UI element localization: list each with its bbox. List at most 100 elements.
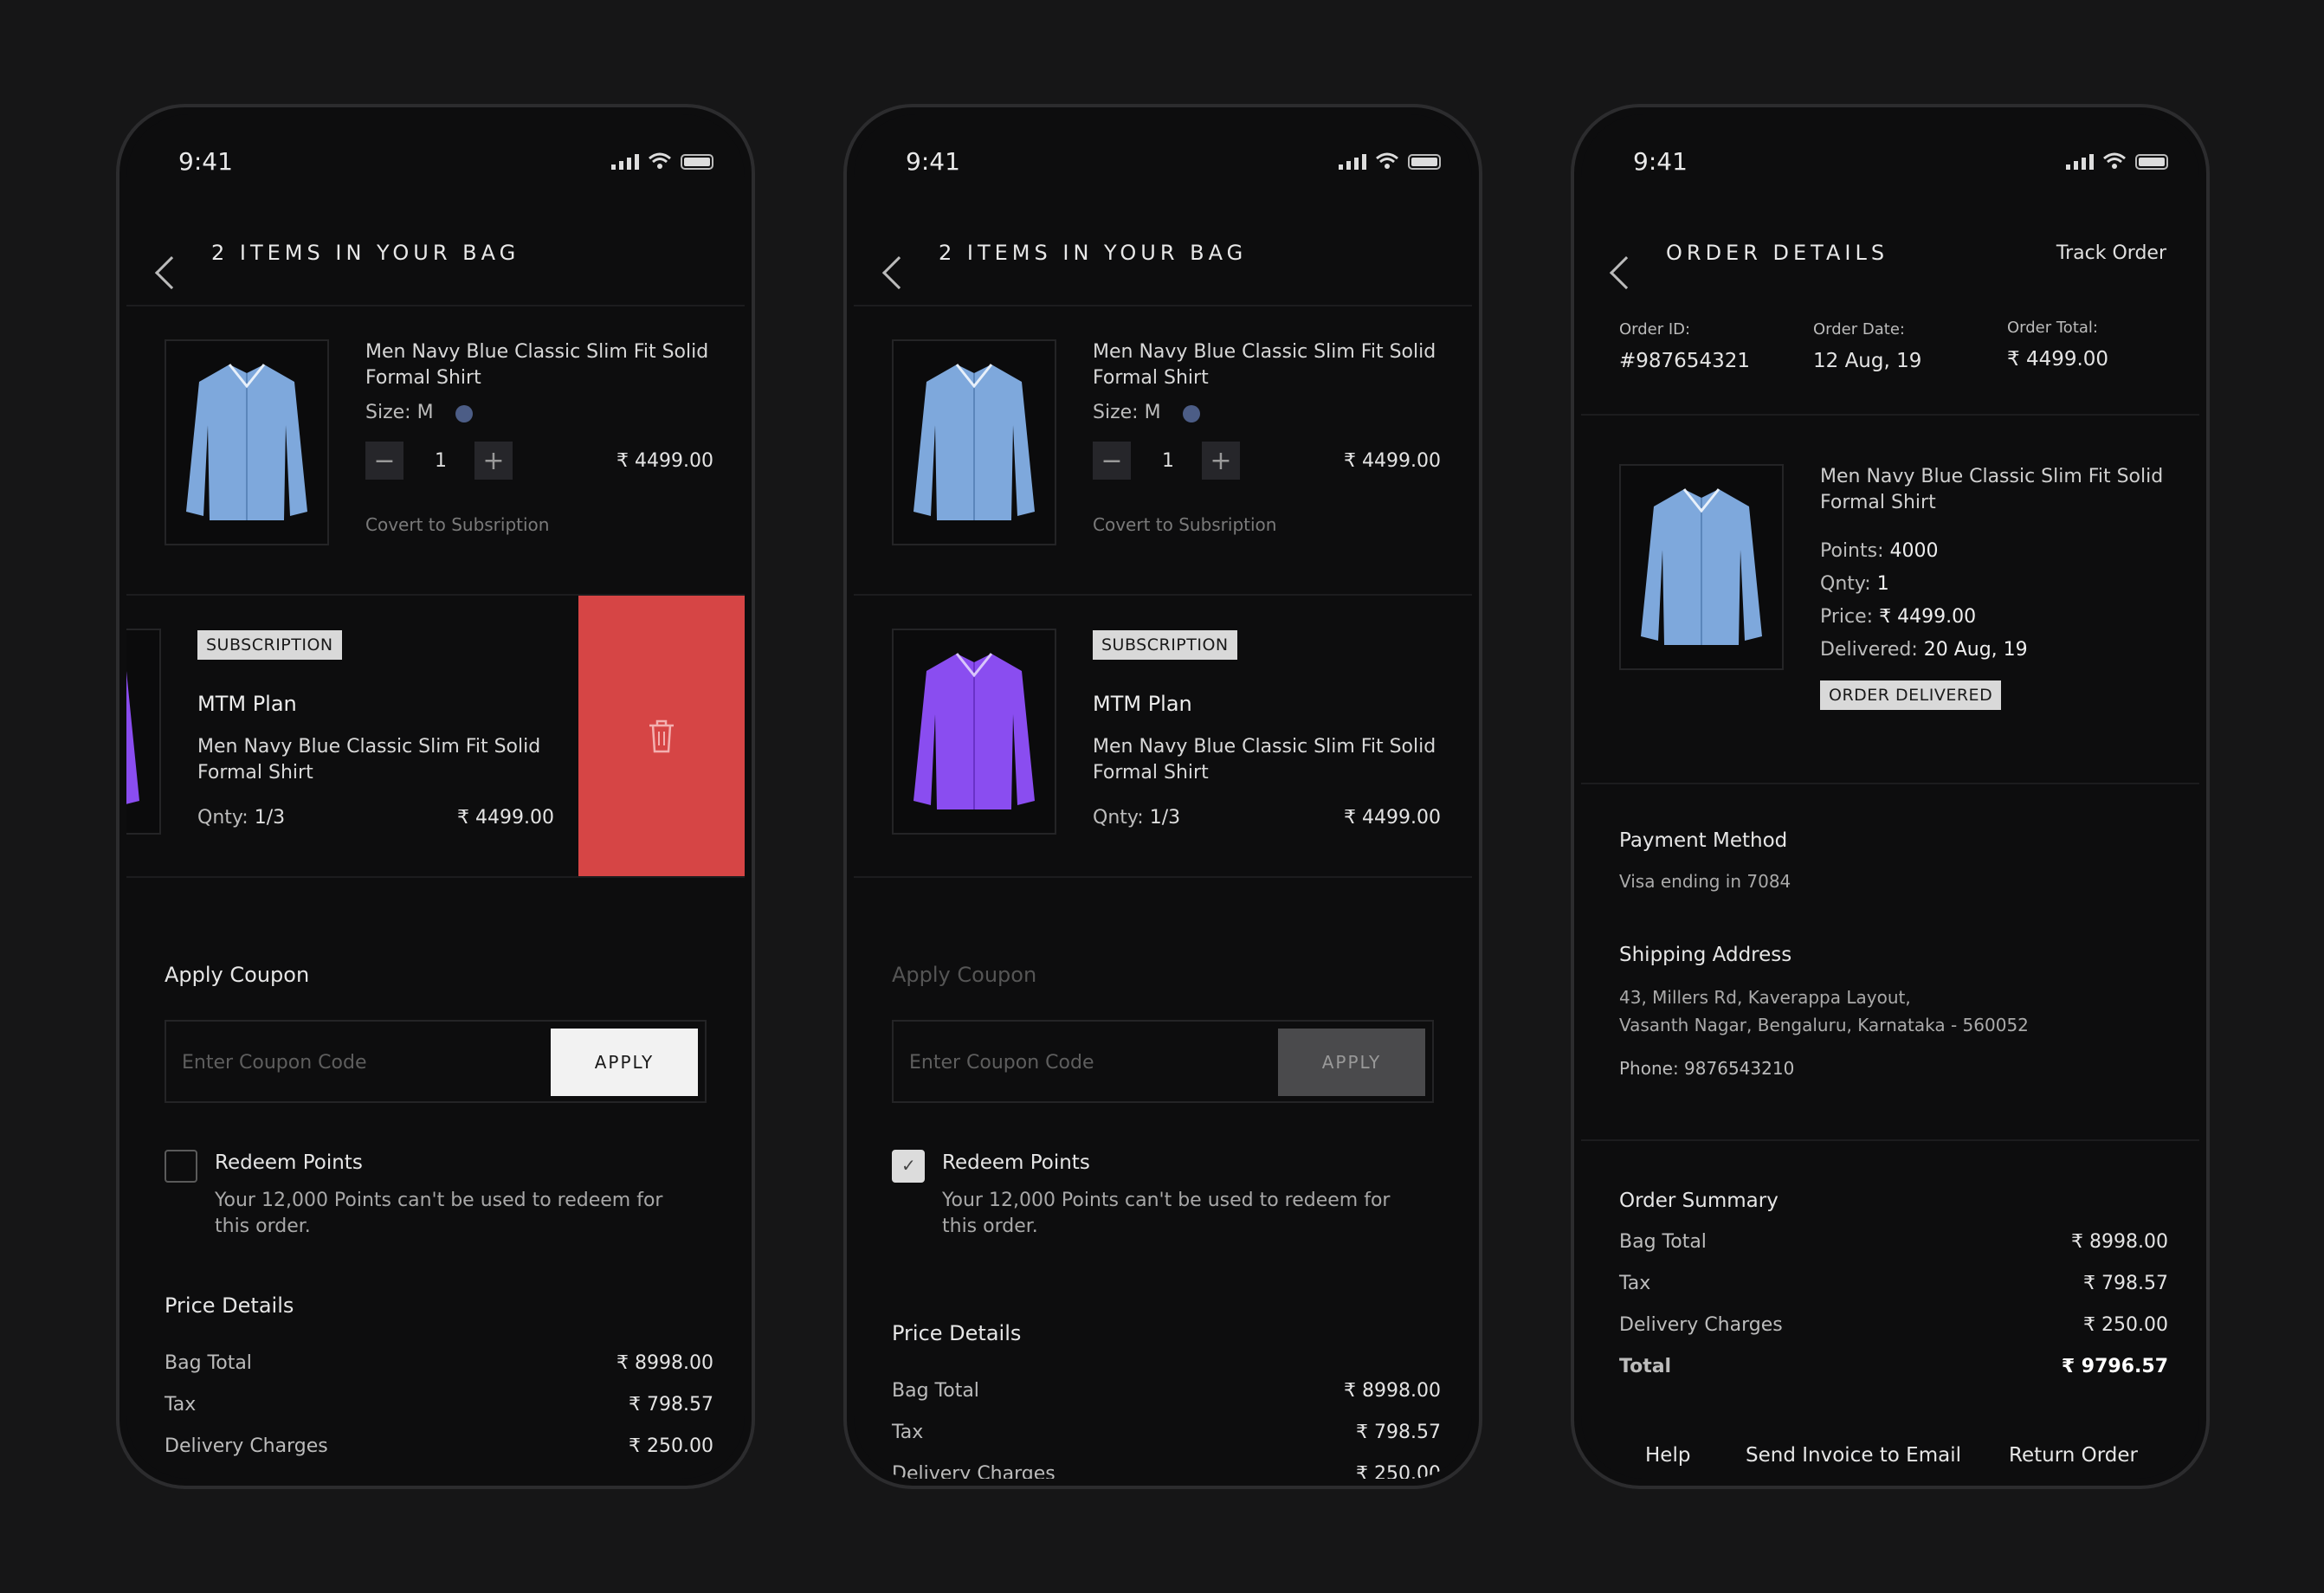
return-order-link[interactable]: Return Order bbox=[2009, 1444, 2138, 1467]
redeem-points-label: Redeem Points bbox=[215, 1151, 363, 1174]
order-total-label: Order Total: bbox=[2007, 319, 2098, 337]
bag-total-label: Bag Total bbox=[165, 1352, 252, 1374]
bag-total-value: ₹ 8998.00 bbox=[617, 1352, 713, 1374]
track-order-link[interactable]: Track Order bbox=[2056, 242, 2166, 264]
item-price: ₹ 4499.00 bbox=[617, 450, 713, 472]
delivered-row: Delivered: 20 Aug, 19 bbox=[1820, 639, 2028, 661]
plan-name: MTM Plan bbox=[197, 692, 297, 716]
header: 2 ITEMS IN YOUR BAG bbox=[126, 210, 745, 306]
apply-coupon-title: Apply Coupon bbox=[892, 963, 1037, 987]
page-title: ORDER DETAILS bbox=[1666, 241, 1889, 265]
price-row: Price: ₹ 4499.00 bbox=[1820, 606, 1977, 628]
points-row: Points: 4000 bbox=[1820, 540, 1939, 562]
battery-icon bbox=[2135, 154, 2168, 170]
shirt-icon bbox=[186, 364, 307, 520]
status-time: 9:41 bbox=[178, 147, 233, 176]
product-image[interactable] bbox=[1619, 464, 1784, 670]
order-meta: Order ID: #987654321 Order Date: 12 Aug,… bbox=[1581, 306, 2199, 416]
status-time: 9:41 bbox=[906, 147, 960, 176]
plus-icon[interactable]: + bbox=[474, 442, 513, 480]
phone-cart-swipe: 9:41 2 ITEMS IN YOUR BAG Men Navy Blue C… bbox=[116, 104, 755, 1489]
order-total: ₹ 4499.00 bbox=[2007, 348, 2109, 371]
cart-item: SUBSCRIPTION MTM Plan Men Navy Blue Clas… bbox=[854, 596, 1472, 878]
phone-number: Phone: 9876543210 bbox=[1619, 1058, 1795, 1079]
apply-button[interactable]: APPLY bbox=[551, 1029, 698, 1096]
bag-total-label: Bag Total bbox=[1619, 1231, 1707, 1253]
delete-button[interactable] bbox=[578, 596, 745, 876]
minus-icon[interactable]: − bbox=[365, 442, 403, 480]
product-image[interactable] bbox=[892, 339, 1056, 545]
item-price: ₹ 4499.00 bbox=[1344, 807, 1441, 829]
redeem-points-checkbox[interactable] bbox=[165, 1150, 197, 1183]
item-price: ₹ 4499.00 bbox=[457, 807, 554, 829]
cart-item: Men Navy Blue Classic Slim Fit Solid For… bbox=[854, 306, 1472, 596]
tax-label: Tax bbox=[165, 1394, 197, 1416]
coupon-box: APPLY bbox=[165, 1020, 707, 1103]
delivery-value: ₹ 250.00 bbox=[2083, 1314, 2168, 1336]
shirt-icon bbox=[913, 653, 1035, 809]
product-name: Men Navy Blue Classic Slim Fit Solid For… bbox=[1093, 341, 1436, 389]
wifi-icon bbox=[2103, 152, 2126, 169]
apply-coupon-title: Apply Coupon bbox=[165, 963, 310, 987]
redeem-points-checkbox[interactable] bbox=[892, 1150, 925, 1183]
order-status-badge: ORDER DELIVERED bbox=[1820, 680, 2002, 710]
back-chevron-icon[interactable] bbox=[1619, 244, 1642, 267]
convert-subscription-link[interactable]: Covert to Subsription bbox=[365, 514, 549, 535]
trash-icon bbox=[649, 719, 674, 753]
shirt-icon bbox=[913, 364, 1035, 520]
send-invoice-link[interactable]: Send Invoice to Email bbox=[1746, 1444, 1961, 1467]
header: ORDER DETAILS Track Order bbox=[1581, 210, 2199, 305]
page-title: 2 ITEMS IN YOUR BAG bbox=[939, 241, 1248, 265]
signal-icon bbox=[611, 154, 639, 170]
item-price: ₹ 4499.00 bbox=[1344, 450, 1441, 472]
price-details-title: Price Details bbox=[892, 1321, 1022, 1345]
delivery-label: Delivery Charges bbox=[892, 1463, 1055, 1479]
bag-total-label: Bag Total bbox=[892, 1380, 979, 1402]
wifi-icon bbox=[649, 152, 671, 169]
tax-label: Tax bbox=[892, 1422, 924, 1443]
address-line-1: 43, Millers Rd, Kaverappa Layout, bbox=[1619, 987, 1911, 1008]
order-item: Men Navy Blue Classic Slim Fit Solid For… bbox=[1581, 416, 2199, 784]
delivery-value: ₹ 250.00 bbox=[629, 1435, 713, 1457]
status-icons bbox=[1339, 152, 1441, 170]
product-name: Men Navy Blue Classic Slim Fit Solid For… bbox=[197, 736, 541, 784]
minus-icon[interactable]: − bbox=[1093, 442, 1131, 480]
plus-icon[interactable]: + bbox=[1202, 442, 1240, 480]
convert-subscription-link[interactable]: Covert to Subsription bbox=[1093, 514, 1276, 535]
bag-total-value: ₹ 8998.00 bbox=[1344, 1380, 1441, 1402]
cart-item: Men Navy Blue Classic Slim Fit Solid For… bbox=[126, 306, 745, 596]
product-name: Men Navy Blue Classic Slim Fit Solid For… bbox=[1093, 736, 1436, 784]
size-label: Size: M bbox=[365, 402, 434, 423]
product-name: Men Navy Blue Classic Slim Fit Solid For… bbox=[365, 341, 709, 389]
product-name: Men Navy Blue Classic Slim Fit Solid For… bbox=[1820, 466, 2164, 513]
cart-item-swiped[interactable]: SUBSCRIPTION MTM Plan Men Navy Blue Clas… bbox=[126, 596, 745, 878]
status-icons bbox=[2066, 152, 2168, 170]
order-summary-title: Order Summary bbox=[1619, 1190, 1779, 1212]
bag-total-value: ₹ 8998.00 bbox=[2071, 1231, 2168, 1253]
payment-method-title: Payment Method bbox=[1619, 829, 1788, 852]
apply-button[interactable]: APPLY bbox=[1278, 1029, 1425, 1096]
order-date-label: Order Date: bbox=[1813, 320, 1905, 339]
status-icons bbox=[611, 152, 713, 170]
battery-icon bbox=[681, 154, 713, 170]
redeem-points-desc: Your 12,000 Points can't be used to rede… bbox=[215, 1190, 663, 1237]
total-label: Total bbox=[1619, 1356, 1672, 1377]
color-swatch bbox=[455, 405, 473, 422]
back-chevron-icon[interactable] bbox=[892, 244, 914, 267]
product-image bbox=[126, 629, 161, 835]
coupon-input[interactable] bbox=[894, 1022, 1292, 1103]
payment-method-value: Visa ending in 7084 bbox=[1619, 871, 1791, 892]
back-chevron-icon[interactable] bbox=[165, 244, 187, 267]
plan-name: MTM Plan bbox=[1093, 692, 1192, 716]
subscription-badge: SUBSCRIPTION bbox=[197, 630, 342, 660]
tax-value: ₹ 798.57 bbox=[1356, 1422, 1441, 1443]
product-image[interactable] bbox=[165, 339, 329, 545]
tax-value: ₹ 798.57 bbox=[2083, 1273, 2168, 1294]
product-image[interactable] bbox=[892, 629, 1056, 835]
coupon-input[interactable] bbox=[166, 1022, 565, 1103]
help-link[interactable]: Help bbox=[1645, 1444, 1690, 1467]
divider bbox=[1581, 1139, 2199, 1141]
size-label: Size: M bbox=[1093, 402, 1161, 423]
header: 2 ITEMS IN YOUR BAG bbox=[854, 210, 1472, 306]
phone-order-details: 9:41 ORDER DETAILS Track Order Order ID:… bbox=[1571, 104, 2210, 1489]
